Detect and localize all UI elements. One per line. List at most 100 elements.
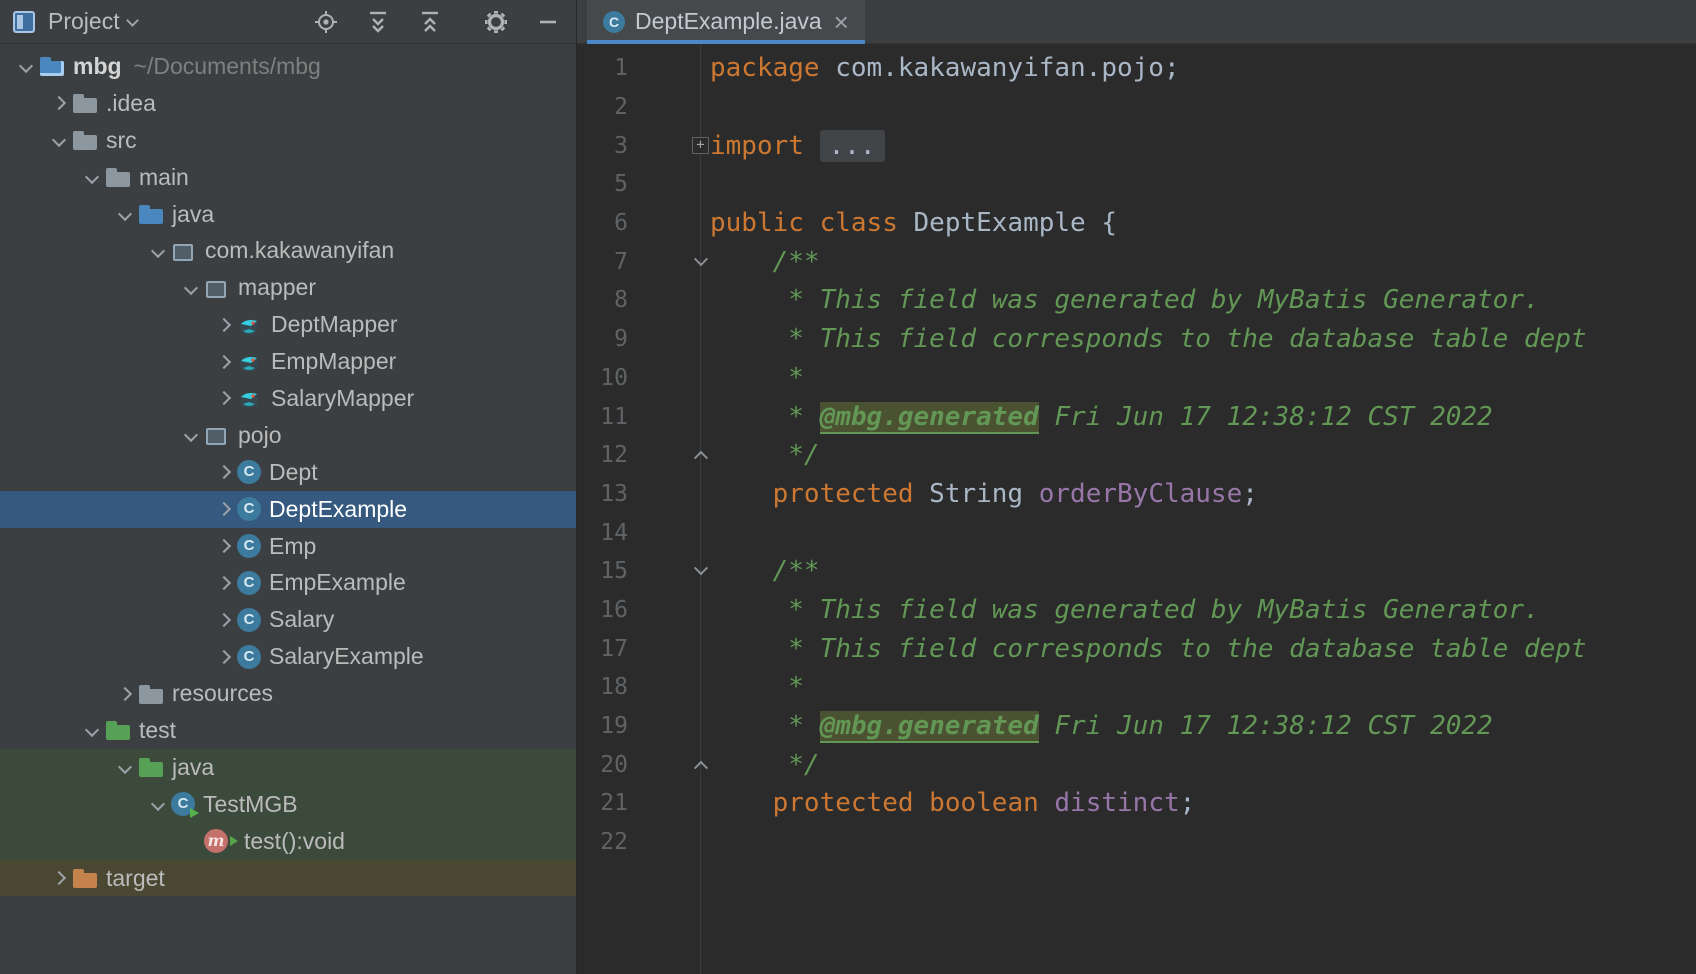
chevron-right-icon[interactable] xyxy=(211,570,237,596)
line-number[interactable]: 1 xyxy=(577,55,628,81)
chevron-down-icon[interactable] xyxy=(124,12,144,32)
settings-gear-icon[interactable] xyxy=(482,8,510,36)
chevron-down-icon[interactable] xyxy=(112,754,138,780)
tree-row-deptexample[interactable]: CDeptExample xyxy=(0,491,576,528)
tree-row-target[interactable]: target xyxy=(0,860,576,897)
doc-tag: @mbg.generated xyxy=(820,711,1039,743)
line-number[interactable]: 20 xyxy=(577,752,628,778)
tree-row-test-void[interactable]: mtest():void xyxy=(0,823,576,860)
chevron-right-icon[interactable] xyxy=(211,607,237,633)
chevron-right-icon[interactable] xyxy=(211,459,237,485)
line-number[interactable]: 13 xyxy=(577,481,628,507)
project-panel-toolbar xyxy=(312,8,562,36)
code-text: package com.kakawanyifan.pojo; xyxy=(700,53,1180,83)
chevron-down-icon[interactable] xyxy=(13,53,39,79)
project-tool-window-icon[interactable] xyxy=(10,8,38,36)
tree-row-dept[interactable]: CDept xyxy=(0,454,576,491)
tree-row-emp[interactable]: C Emp xyxy=(0,528,576,565)
line-number[interactable]: 17 xyxy=(577,636,628,662)
collapse-all-icon[interactable] xyxy=(416,8,444,36)
line-number[interactable]: 22 xyxy=(577,829,628,855)
project-panel-header: Project xyxy=(0,0,576,44)
line-number[interactable]: 15 xyxy=(577,558,628,584)
line-number[interactable]: 8 xyxy=(577,287,628,313)
chevron-right-icon[interactable] xyxy=(46,865,72,891)
tree-item-label: src xyxy=(106,127,137,154)
chevron-down-icon[interactable] xyxy=(46,127,72,153)
tree-row-mapper[interactable]: mapper xyxy=(0,269,576,306)
code-segment: * This field was generated by MyBatis Ge… xyxy=(710,595,1540,625)
tree-row-empexample[interactable]: CEmpExample xyxy=(0,564,576,601)
code-line: 15 /** xyxy=(577,552,1696,591)
tree-row-salarymapper[interactable]: SalaryMapper xyxy=(0,380,576,417)
code-segment: */ xyxy=(710,440,820,470)
tree-item-label: SalaryExample xyxy=(269,643,424,670)
tree-row-java[interactable]: java xyxy=(0,196,576,233)
line-number[interactable]: 18 xyxy=(577,674,628,700)
tree-row-empmapper[interactable]: EmpMapper xyxy=(0,343,576,380)
chevron-down-icon[interactable] xyxy=(178,275,204,301)
line-number[interactable]: 3 xyxy=(577,133,628,159)
line-number[interactable]: 12 xyxy=(577,442,628,468)
tree-row-resources[interactable]: resources xyxy=(0,675,576,712)
line-number[interactable]: 9 xyxy=(577,326,628,352)
close-icon[interactable]: × xyxy=(834,11,849,33)
tree-row-main[interactable]: main xyxy=(0,159,576,196)
fold-gutter xyxy=(628,566,700,576)
line-number[interactable]: 19 xyxy=(577,713,628,739)
code-line: 5 xyxy=(577,165,1696,204)
expand-all-icon[interactable] xyxy=(364,8,392,36)
tree-row-java[interactable]: java xyxy=(0,749,576,786)
tree-row-salaryexample[interactable]: C SalaryExample xyxy=(0,638,576,675)
tree-row-testmgb[interactable]: CTestMGB xyxy=(0,786,576,823)
chevron-right-icon[interactable] xyxy=(211,644,237,670)
tree-item-label: java xyxy=(172,754,214,781)
class-icon: C xyxy=(237,534,261,558)
code-editor[interactable]: 1package com.kakawanyifan.pojo;23+import… xyxy=(577,44,1696,974)
code-text: /** xyxy=(700,556,820,586)
project-panel-title[interactable]: Project xyxy=(48,8,120,35)
tree-row-pojo[interactable]: pojo xyxy=(0,417,576,454)
tree-row-test[interactable]: test xyxy=(0,712,576,749)
class-icon: C xyxy=(237,645,261,669)
line-number[interactable]: 5 xyxy=(577,171,628,197)
hide-tool-window-icon[interactable] xyxy=(534,8,562,36)
chevron-right-icon[interactable] xyxy=(211,385,237,411)
tree-row-idea[interactable]: .idea xyxy=(0,85,576,122)
chevron-down-icon[interactable] xyxy=(145,791,171,817)
tree-item-label: main xyxy=(139,164,189,191)
chevron-right-icon[interactable] xyxy=(46,90,72,116)
tree-row-deptmapper[interactable]: DeptMapper xyxy=(0,306,576,343)
line-number[interactable]: 6 xyxy=(577,210,628,236)
chevron-right-icon[interactable] xyxy=(211,349,237,375)
ide-window: Project xyxy=(0,0,1696,974)
tree-row-salary[interactable]: CSalary xyxy=(0,601,576,638)
code-line: 21 protected boolean distinct; xyxy=(577,784,1696,823)
tree-item-label: Emp xyxy=(269,533,316,560)
chevron-down-icon[interactable] xyxy=(79,164,105,190)
line-number[interactable]: 7 xyxy=(577,249,628,275)
chevron-down-icon[interactable] xyxy=(145,238,171,264)
fold-expand-icon[interactable]: + xyxy=(692,137,709,154)
line-number[interactable]: 16 xyxy=(577,597,628,623)
chevron-down-icon[interactable] xyxy=(178,422,204,448)
chevron-down-icon[interactable] xyxy=(112,201,138,227)
tree-row-src[interactable]: src xyxy=(0,122,576,159)
line-number[interactable]: 2 xyxy=(577,94,628,120)
folded-region[interactable]: ... xyxy=(820,130,885,162)
locate-file-icon[interactable] xyxy=(312,8,340,36)
chevron-right-icon[interactable] xyxy=(211,496,237,522)
chevron-right-icon[interactable] xyxy=(112,681,138,707)
tree-row-com-kakawanyifan[interactable]: com.kakawanyifan xyxy=(0,232,576,269)
tab-deptexample-java[interactable]: C DeptExample.java × xyxy=(587,0,865,43)
chevron-right-icon[interactable] xyxy=(211,533,237,559)
line-number[interactable]: 21 xyxy=(577,790,628,816)
line-number[interactable]: 11 xyxy=(577,404,628,430)
chevron-down-icon[interactable] xyxy=(79,717,105,743)
line-number[interactable]: 14 xyxy=(577,520,628,546)
tree-row-mbg[interactable]: mbg~/Documents/mbg xyxy=(0,48,576,85)
chevron-right-icon[interactable] xyxy=(211,312,237,338)
folder-icon xyxy=(105,165,131,189)
line-number[interactable]: 10 xyxy=(577,365,628,391)
mapper-file-icon xyxy=(237,386,263,410)
